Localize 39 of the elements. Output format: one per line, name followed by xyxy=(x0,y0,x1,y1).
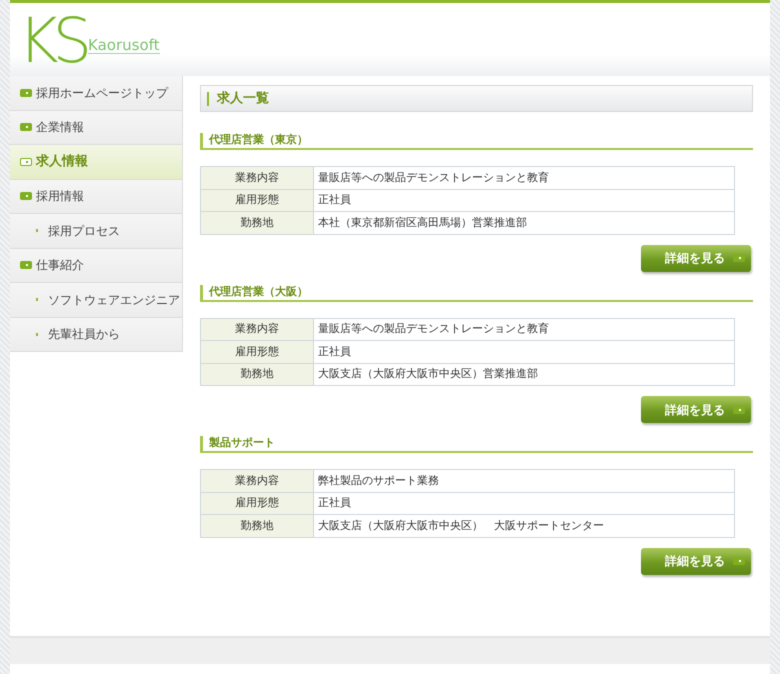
tag-icon xyxy=(20,88,32,97)
tag-icon xyxy=(733,406,745,414)
section-heading: 代理店営業（東京） xyxy=(200,133,753,150)
row-label: 勤務地 xyxy=(200,212,314,234)
sidebar-item[interactable]: 採用ホームページトップ xyxy=(10,76,182,110)
row-value: 量販店等への製品デモンストレーションと教育 xyxy=(314,318,734,340)
sidebar-item[interactable]: 先輩社員から xyxy=(10,318,182,352)
tag-icon xyxy=(20,123,32,132)
tag-icon xyxy=(20,261,32,270)
tag-icon xyxy=(733,557,745,565)
sidebar-item[interactable]: ソフトウェアエンジニア xyxy=(10,283,182,318)
row-value: 正社員 xyxy=(314,189,734,212)
row-label: 業務内容 xyxy=(200,166,314,189)
row-label: 雇用形態 xyxy=(200,492,314,514)
row-value: 弊社製品のサポート業務 xyxy=(314,470,734,492)
sidebar-item[interactable]: 企業情報 xyxy=(10,110,182,145)
sidebar-item[interactable]: 採用情報 xyxy=(10,180,182,214)
row-label: 業務内容 xyxy=(200,470,314,492)
row-label: 雇用形態 xyxy=(200,340,314,363)
row-value: 大阪支店（大阪府大阪市中央区） 大阪サポートセンター xyxy=(314,514,734,537)
section-heading: 代理店営業（大阪） xyxy=(200,284,753,302)
row-value: 本社（東京都新宿区高田馬場）営業推進部 xyxy=(314,212,734,234)
tag-icon xyxy=(20,158,32,166)
row-label: 雇用形態 xyxy=(200,189,314,212)
row-value: 正社員 xyxy=(314,492,734,514)
sidebar-item[interactable]: 仕事紹介 xyxy=(10,248,182,283)
sidebar-item[interactable]: 採用プロセス xyxy=(10,214,182,248)
row-value: 大阪支店（大阪府大阪市中央区）営業推進部 xyxy=(314,363,734,386)
row-label: 勤務地 xyxy=(200,514,314,537)
row-label: 業務内容 xyxy=(200,318,314,340)
logo-name: Kaorusoft xyxy=(88,37,160,54)
row-label: 勤務地 xyxy=(200,363,314,386)
tag-icon xyxy=(733,254,745,262)
page-title: 求人一覧 xyxy=(217,90,269,108)
section-heading: 製品サポート xyxy=(200,436,753,453)
row-value: 正社員 xyxy=(314,340,734,363)
tag-icon xyxy=(20,192,32,200)
logo-mark: KS xyxy=(18,10,86,72)
row-value: 量販店等への製品デモンストレーションと教育 xyxy=(314,166,734,189)
